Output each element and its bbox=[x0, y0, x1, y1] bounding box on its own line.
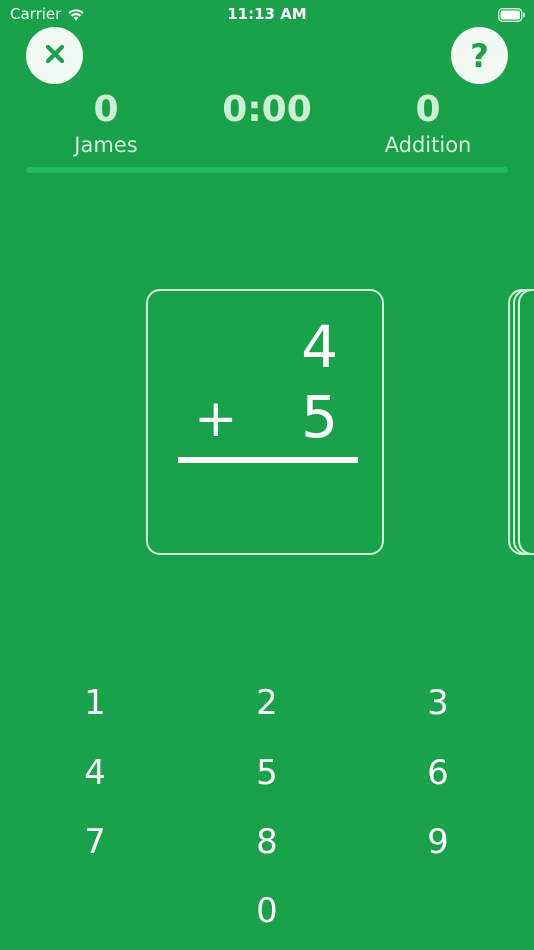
mode-count: 0 bbox=[415, 89, 441, 130]
close-button[interactable] bbox=[26, 27, 83, 84]
flash-card: 4 + 5 bbox=[146, 289, 384, 555]
keypad-key-7[interactable]: 7 bbox=[55, 814, 135, 870]
keypad-key-8[interactable]: 8 bbox=[227, 814, 307, 870]
player-name: James bbox=[74, 133, 138, 157]
status-time: 11:13 AM bbox=[227, 5, 307, 23]
status-bar: Carrier 11:13 AM bbox=[0, 0, 534, 30]
player-stat: 0 James bbox=[56, 88, 156, 158]
progress-bar bbox=[26, 167, 508, 173]
keypad-key-3[interactable]: 3 bbox=[398, 675, 478, 731]
battery-icon bbox=[498, 7, 526, 22]
next-card bbox=[508, 289, 534, 555]
close-icon bbox=[44, 43, 66, 69]
keypad-key-1[interactable]: 1 bbox=[55, 675, 135, 731]
answer-line bbox=[178, 457, 358, 463]
help-button[interactable]: ? bbox=[451, 27, 508, 84]
keypad-key-0[interactable]: 0 bbox=[227, 883, 307, 939]
keypad-key-5[interactable]: 5 bbox=[227, 745, 307, 801]
bottom-operand: 5 bbox=[301, 383, 338, 451]
keypad-key-4[interactable]: 4 bbox=[55, 745, 135, 801]
mode-name: Addition bbox=[384, 133, 472, 157]
help-icon: ? bbox=[470, 36, 489, 75]
player-score: 0 bbox=[93, 89, 119, 130]
keypad-key-6[interactable]: 6 bbox=[398, 745, 478, 801]
keypad-key-9[interactable]: 9 bbox=[398, 814, 478, 870]
mode-stat: 0 Addition bbox=[368, 88, 488, 158]
top-operand: 4 bbox=[301, 313, 338, 381]
operator-sign: + bbox=[194, 389, 238, 449]
timer-stat: 0:00 bbox=[202, 88, 332, 132]
keypad-key-2[interactable]: 2 bbox=[227, 675, 307, 731]
timer-value: 0:00 bbox=[222, 89, 312, 130]
